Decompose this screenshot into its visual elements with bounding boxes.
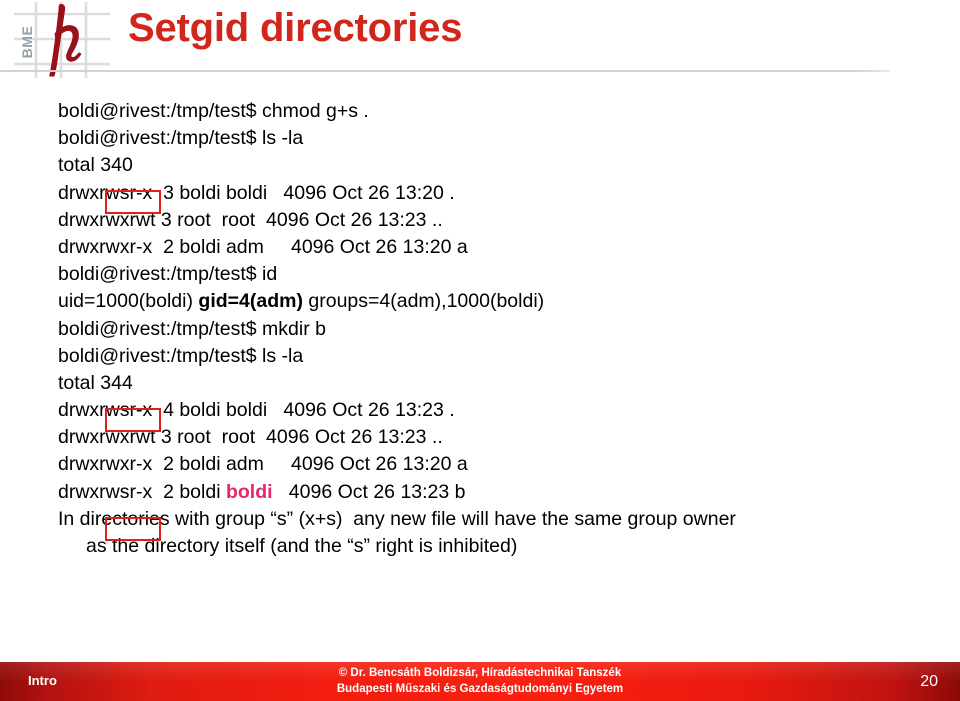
slide-footer: Intro © Dr. Bencsáth Boldizsár, Híradást… [0,662,960,701]
explanation-line-1: In directories with group “s” (x+s) any … [58,507,736,530]
terminal-line-dir-b: drwxrwsr-x 2 boldi boldi 4096 Oct 26 13:… [0,479,960,506]
terminal-line: drwxrwxrwt 3 root root 4096 Oct 26 13:23… [58,426,443,449]
footer-credit-line-2: Budapesti Műszaki és Gazdaságtudományi E… [336,682,624,695]
bme-logo: BME [14,2,110,78]
explanation-line-2: as the directory itself (and the “s” rig… [86,535,518,557]
footer-credit-line-1: © Dr. Bencsáth Boldizsár, Híradástechnik… [338,667,622,679]
terminal-line: total 340 [58,154,133,177]
page-number: 20 [920,673,938,690]
terminal-line: drwxrwxr-x 2 boldi adm 4096 Oct 26 13:20… [58,453,468,476]
terminal-line-id-output: uid=1000(boldi) gid=4(adm) groups=4(adm)… [0,288,960,315]
slide-header: BME Setgid directories [0,0,960,78]
dir-b-group-owner: boldi [225,480,273,503]
id-output-prefix: uid=1000(boldi) [58,290,199,313]
dir-b-prefix: drwxrwsr-x 2 boldi [58,480,226,503]
id-output-gid: gid=4(adm) [198,290,303,313]
footer-credit: © Dr. Bencsáth Boldizsár, Híradástechnik… [0,666,960,697]
page-title: Setgid directories [128,6,463,50]
terminal-line: drwxrwxr-x 2 boldi adm 4096 Oct 26 13:20… [58,235,468,258]
id-output-suffix: groups=4(adm),1000(boldi) [302,290,545,313]
terminal-line: drwxrwsr-x 3 boldi boldi 4096 Oct 26 13:… [58,181,455,204]
terminal-line: boldi@rivest:/tmp/test$ chmod g+s . [58,100,369,122]
terminal-line: boldi@rivest:/tmp/test$ mkdir b [58,317,326,340]
terminal-line: drwxrwsr-x 4 boldi boldi 4096 Oct 26 13:… [58,399,455,422]
terminal-line: boldi@rivest:/tmp/test$ id [58,263,278,286]
terminal-line: total 344 [58,371,133,394]
slide-body: boldi@rivest:/tmp/test$ chmod g+s . bold… [0,98,960,560]
terminal-line: drwxrwxrwt 3 root root 4096 Oct 26 13:23… [58,208,443,231]
terminal-line: boldi@rivest:/tmp/test$ ls -la [58,127,304,150]
header-divider [0,70,890,72]
terminal-line: boldi@rivest:/tmp/test$ ls -la [58,344,304,367]
bme-logo-text: BME [19,26,35,59]
dir-b-suffix: 4096 Oct 26 13:23 b [272,480,466,503]
